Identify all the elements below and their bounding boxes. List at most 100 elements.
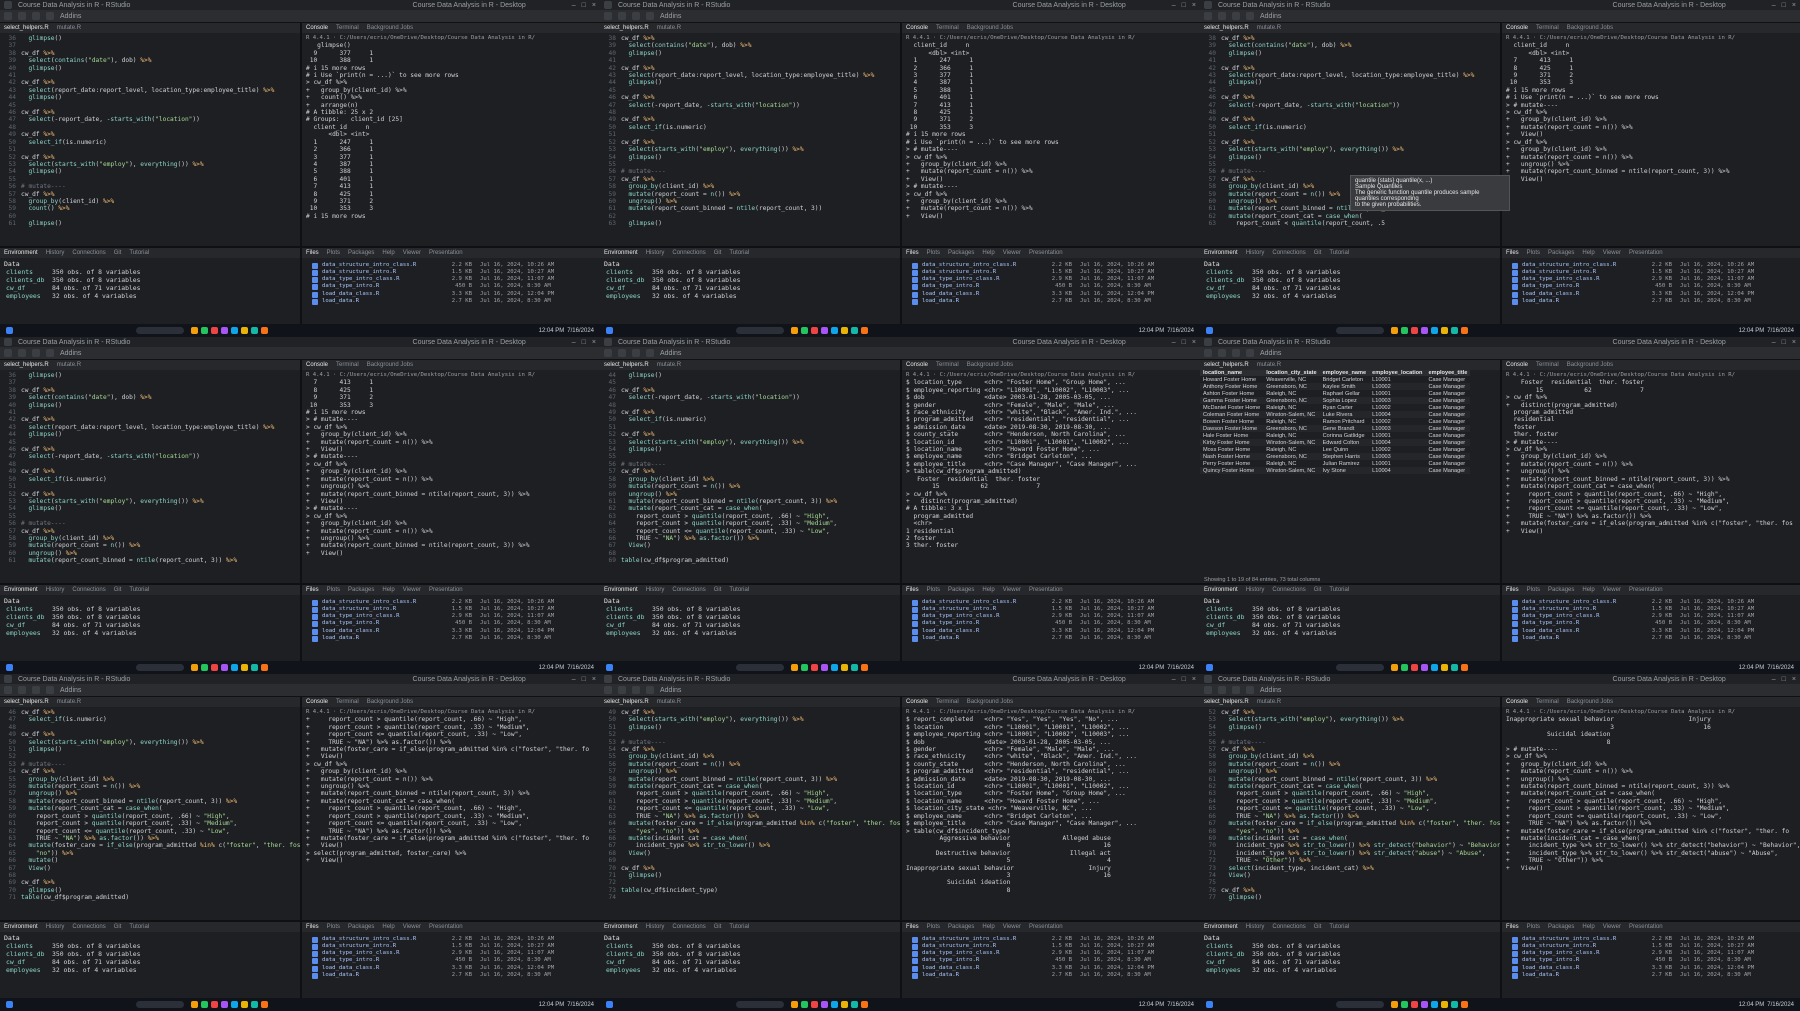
file-row[interactable]: data_type_intro_class.R 2.9 KB Jul 16, 202… (902, 276, 1200, 284)
code-line[interactable]: 60 report_count > quantile(report_count,… (600, 790, 900, 797)
start-icon[interactable] (1206, 1001, 1213, 1008)
app-icon[interactable] (821, 1001, 828, 1008)
app-icon[interactable] (211, 664, 218, 671)
code-line[interactable]: 68 View() (600, 850, 900, 857)
code-line[interactable]: 45 (600, 87, 900, 94)
environment-tab[interactable]: History (1246, 250, 1265, 256)
environment-row[interactable]: employees 32 obs. of 4 variables (600, 966, 900, 974)
file-name[interactable]: load_data_class.R (322, 291, 442, 298)
environment-tab[interactable]: Connections (72, 250, 105, 256)
file-row[interactable]: data_structure_intro_class.R 2.2 KB Jul 16… (302, 262, 600, 269)
addins-menu[interactable]: Addins (60, 13, 81, 20)
code-line[interactable]: 40 glimpse() (600, 50, 900, 57)
table-row[interactable]: Nash Foster Home Greensboro, NC Stephen Ha… (1200, 453, 1471, 460)
file-name[interactable]: data_structure_intro.R (1522, 606, 1642, 613)
code-line[interactable]: 71 glimpse() (600, 872, 900, 879)
code-line[interactable]: 36 glimpse() (0, 372, 300, 379)
code-line[interactable]: 59 mutate(report_count_cat = case_when( (0, 805, 300, 812)
file-row[interactable]: load_data.R 2.7 KB Jul 16, 2024, 8:30 AM (902, 635, 1200, 642)
code-line[interactable]: 53 select(starts_with("employ"), everyth… (600, 146, 900, 153)
code-line[interactable]: 60 ungroup() %>% (600, 491, 900, 498)
code-line[interactable]: 45 (0, 102, 300, 109)
code-line[interactable]: 56# mutate---- (600, 461, 900, 468)
taskbar-search[interactable] (736, 327, 784, 334)
new-file-icon[interactable] (604, 12, 612, 20)
code-line[interactable]: 43 select(report_date:report_level, loca… (0, 87, 300, 94)
code-line[interactable]: 45 (1200, 87, 1500, 94)
file-row[interactable]: load_data.R 2.7 KB Jul 16, 2024, 8:30 AM (902, 298, 1200, 305)
file-name[interactable]: data_structure_intro_class.R (922, 936, 1042, 943)
files-tab[interactable]: Plots (927, 250, 940, 256)
app-icon[interactable] (1421, 1001, 1428, 1008)
code-line[interactable]: 51 (0, 483, 300, 490)
table-row[interactable]: Coleman Foster Home Winston-Salem, NC Luke… (1200, 411, 1471, 418)
file-name[interactable]: data_structure_intro.R (322, 269, 442, 276)
environment-tab[interactable]: Tutorial (129, 587, 149, 593)
code-line[interactable]: 47 select_if(is.numeric) (0, 716, 300, 723)
file-row[interactable]: data_structure_intro.R 1.5 KB Jul 16, 2024… (902, 269, 1200, 276)
file-row[interactable]: data_type_intro.R 450 B Jul 16, 2024, 8:30… (1502, 283, 1800, 291)
file-name[interactable]: load_data_class.R (922, 628, 1042, 635)
app-icon[interactable] (811, 1001, 818, 1008)
file-name[interactable]: data_structure_intro_class.R (1522, 262, 1642, 269)
save-icon[interactable] (632, 349, 640, 357)
code-line[interactable]: 49cw_df %>% (0, 468, 300, 475)
file-row[interactable]: data_structure_intro_class.R 2.2 KB Jul 16… (902, 262, 1200, 269)
code-line[interactable]: 51 (0, 146, 300, 153)
files-tab[interactable]: Presentation (1629, 250, 1663, 256)
code-line[interactable]: 41 (0, 72, 300, 79)
print-icon[interactable] (46, 12, 54, 20)
code-line[interactable]: 71 incident_type %>% str_to_lower() %>% … (1200, 850, 1500, 857)
code-line[interactable]: 47 select(-report_date, -starts_with("lo… (0, 116, 300, 123)
file-row[interactable]: data_structure_intro.R 1.5 KB Jul 16, 2024… (1502, 269, 1800, 276)
addins-menu[interactable]: Addins (660, 687, 681, 694)
console-output[interactable]: R 4.4.1 · C:/Users/ecris/OneDrive/Deskto… (1502, 370, 1800, 535)
file-name[interactable]: data_structure_intro_class.R (322, 936, 442, 943)
code-line[interactable]: 57cw_df %>% (600, 468, 900, 475)
code-line[interactable]: 42 cw_df %>% (0, 416, 300, 423)
file-name[interactable]: data_structure_intro.R (322, 943, 442, 950)
code-line[interactable]: 56# mutate---- (0, 183, 300, 190)
code-line[interactable]: 76 cw_df %>% (1200, 887, 1500, 894)
editor-tab[interactable]: mutate.R (657, 362, 681, 368)
minimize-icon[interactable]: – (1772, 339, 1776, 346)
environment-tab[interactable]: History (646, 587, 665, 593)
file-name[interactable]: load_data.R (322, 635, 442, 642)
start-icon[interactable] (606, 664, 613, 671)
console-tab[interactable]: Terminal (336, 25, 359, 31)
code-line[interactable]: 63 report_count < quantile(report_count,… (1200, 220, 1500, 227)
file-name[interactable]: data_type_intro.R (922, 957, 1042, 964)
file-row[interactable]: data_type_intro_class.R 2.9 KB Jul 16, 202… (1502, 950, 1800, 958)
code-line[interactable]: 63 TRUE ~ "NA") %>% as.factor()) %>% (0, 835, 300, 842)
file-row[interactable]: data_structure_intro.R 1.5 KB Jul 16, 2024… (302, 943, 600, 950)
code-line[interactable]: 49cw_df %>% (0, 731, 300, 738)
file-row[interactable]: load_data.R 2.7 KB Jul 16, 2024, 8:30 AM (1502, 972, 1800, 979)
code-line[interactable]: 53 # mutate---- (600, 739, 900, 746)
environment-tab[interactable]: Tutorial (729, 924, 749, 930)
code-line[interactable]: 68 (600, 550, 900, 557)
rstudio-taskbar-icon[interactable] (1431, 327, 1438, 334)
code-line[interactable]: 62 mutate(report_count_cat = case_when( (1200, 783, 1500, 790)
files-tab[interactable]: Help (982, 250, 994, 256)
console-tab[interactable]: Background Jobs (1567, 25, 1613, 31)
code-line[interactable]: 54 glimpse() (600, 446, 900, 453)
files-tab[interactable]: Viewer (1003, 587, 1021, 593)
environment-tab[interactable]: History (46, 587, 65, 593)
app-icon[interactable] (811, 327, 818, 334)
environment-tab[interactable]: Git (1314, 587, 1322, 593)
environment-tab[interactable]: Tutorial (129, 924, 149, 930)
console-tab[interactable]: Background Jobs (1567, 699, 1613, 705)
environment-tab[interactable]: Connections (672, 587, 705, 593)
code-line[interactable]: 47 select(-report_date, -starts_with("lo… (1200, 102, 1500, 109)
code-line[interactable]: 59 mutate(report_count_cat = case_when( (600, 783, 900, 790)
code-line[interactable]: 38 cw_df %>% (0, 387, 300, 394)
rstudio-taskbar-icon[interactable] (831, 327, 838, 334)
code-line[interactable]: 65 report_count <= quantile(report_count… (1200, 805, 1500, 812)
file-explorer-icon[interactable] (1391, 1001, 1398, 1008)
environment-row[interactable]: clients_db 350 obs. of 8 variables (1200, 613, 1500, 621)
file-name[interactable]: data_structure_intro_class.R (922, 599, 1042, 606)
code-line[interactable]: 69 cw_df %>% (0, 879, 300, 886)
app-icon[interactable] (851, 1001, 858, 1008)
code-line[interactable]: 69 table(cw_df$program_admitted) (600, 557, 900, 564)
console-output[interactable]: R 4.4.1 · C:/Users/ecris/OneDrive/Deskto… (1502, 707, 1800, 872)
